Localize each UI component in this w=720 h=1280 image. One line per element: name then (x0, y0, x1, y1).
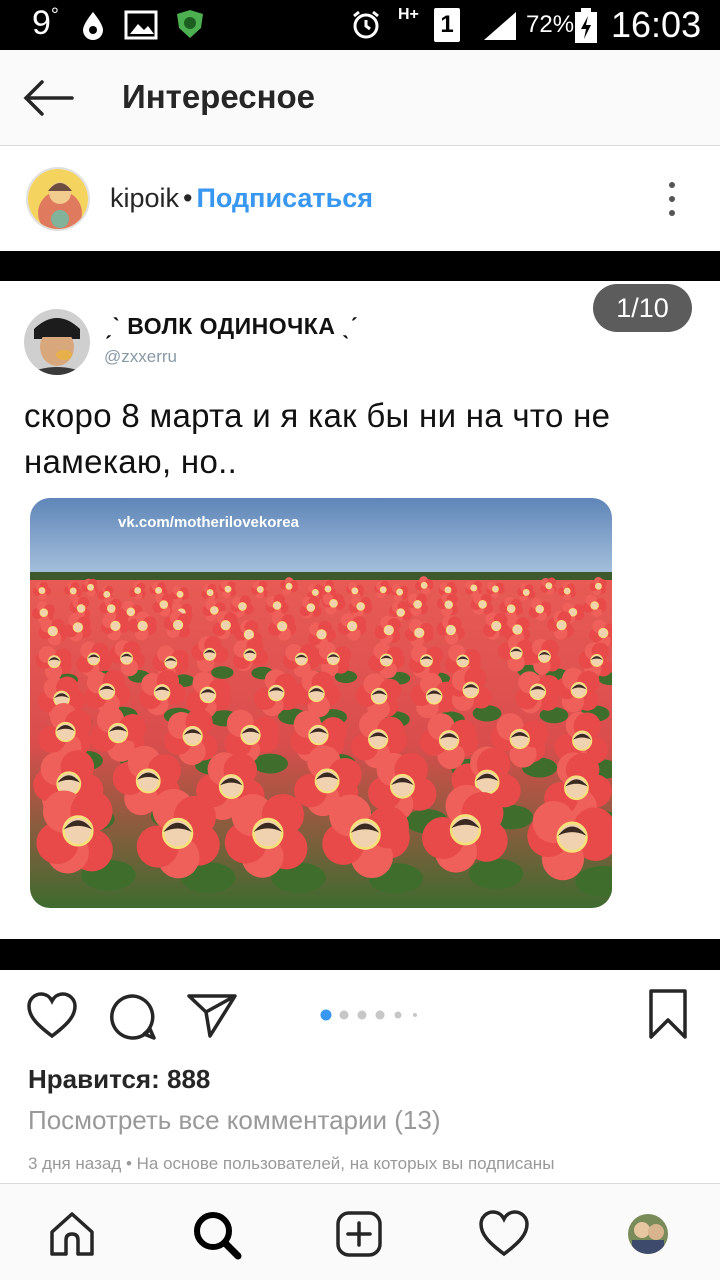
bottom-navigation (0, 1183, 720, 1280)
battery-icon (575, 8, 597, 43)
tweet-text: скоро 8 марта и я как бы ни на что не на… (24, 397, 611, 480)
carousel-dot (357, 1010, 367, 1020)
post-media[interactable]: ˏˋ ВОЛК ОДИНОЧКА ˎˊ @zxxerru 1/10 скоро … (0, 281, 720, 939)
profile-avatar[interactable] (628, 1214, 668, 1254)
post-author-line: kipoik • Подписаться (110, 183, 373, 214)
activity-heart-icon[interactable] (478, 1210, 530, 1258)
post-header: kipoik • Подписаться (0, 147, 720, 251)
carousel-dot (413, 1013, 417, 1017)
drop-icon (83, 12, 103, 40)
post-meta: 3 дня назад • На основе пользователей, н… (28, 1154, 555, 1173)
comment-icon[interactable] (108, 992, 158, 1042)
post-actions (0, 970, 720, 1060)
network-type: H+ (398, 6, 419, 23)
follow-button[interactable]: Подписаться (196, 183, 373, 213)
tweet-avatar-image (24, 309, 90, 375)
home-icon[interactable] (48, 1210, 96, 1258)
flower-field-image (30, 498, 612, 908)
arrow-left-icon[interactable] (22, 78, 74, 118)
add-icon[interactable] (335, 1210, 383, 1258)
tweet-image: vk.com/motherilovekorea (30, 498, 612, 908)
tweet-avatar (24, 309, 90, 375)
status-bar: 9° H+ 1 72% 16:03 (0, 0, 720, 50)
media-border-top (0, 251, 720, 281)
page-title: Интересное (122, 78, 316, 115)
tweet-handle: @zxxerru (104, 347, 177, 366)
sim-indicator: 1 (434, 8, 460, 42)
likes-count[interactable]: Нравится: 888 (28, 1064, 210, 1095)
media-border-bottom (0, 939, 720, 970)
carousel-dot (394, 1011, 402, 1019)
gallery-icon (124, 10, 158, 40)
temperature-unit: ° (50, 4, 59, 27)
vertical-dots-icon[interactable] (664, 181, 680, 217)
shield-icon (177, 10, 203, 38)
temperature-indicator: 9° (32, 4, 59, 43)
view-comments-link[interactable]: Посмотреть все комментарии (13) (28, 1105, 441, 1136)
temperature-value: 9 (32, 4, 51, 42)
carousel-dot-active (320, 1009, 332, 1021)
clock: 16:03 (611, 4, 702, 45)
author-avatar[interactable] (26, 167, 90, 231)
profile-avatar-image (628, 1214, 668, 1254)
carousel-dot (339, 1010, 349, 1020)
carousel-dot (375, 1010, 385, 1020)
top-app-bar: Интересное (0, 50, 720, 146)
separator-dot: • (183, 183, 193, 213)
search-icon[interactable] (192, 1210, 242, 1260)
image-watermark: vk.com/motherilovekorea (118, 514, 299, 531)
alarm-icon (353, 10, 379, 39)
battery-percent: 72% (526, 11, 575, 38)
author-avatar-image (28, 169, 88, 229)
paper-plane-icon[interactable] (186, 992, 238, 1038)
tweet-display-name: ˏˋ ВОЛК ОДИНОЧКА ˎˊ (104, 313, 359, 339)
bookmark-icon[interactable] (648, 988, 688, 1040)
carousel-counter: 1/10 (593, 284, 692, 332)
signal-icon (484, 12, 516, 40)
author-username[interactable]: kipoik (110, 183, 179, 213)
heart-icon[interactable] (26, 992, 78, 1040)
carousel-dots (320, 1009, 417, 1021)
